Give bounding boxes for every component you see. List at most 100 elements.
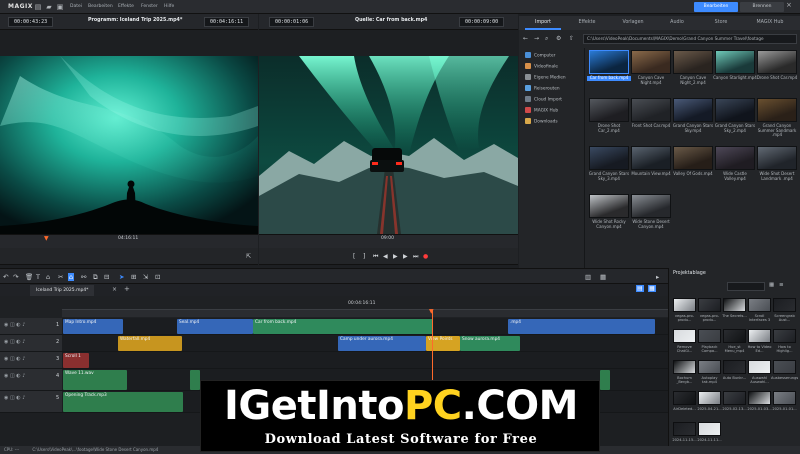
step-forward-icon[interactable]: ▶	[403, 253, 408, 260]
source-timecode[interactable]: 00:00:01:06	[269, 17, 315, 27]
menu-effects[interactable]: Effekte	[118, 4, 134, 9]
track-controls-icon[interactable]: ◉ ◫ ◐ ♪	[4, 356, 25, 362]
bin-sort-icon[interactable]: ≡	[779, 282, 784, 288]
snap-icon[interactable]: ⌂	[68, 273, 75, 281]
timeline-clip[interactable]: Scroll 1	[63, 353, 89, 368]
media-file-thumbnail[interactable]	[715, 98, 755, 122]
open-folder-icon[interactable]: ▰	[45, 3, 53, 11]
play-icon[interactable]: ▶	[393, 253, 398, 260]
track-header[interactable]: ◉ ◫ ◐ ♪ 1	[0, 318, 62, 335]
mode-burn-button[interactable]: Brennen	[740, 2, 784, 12]
program-playhead-marker[interactable]: ▼	[44, 235, 49, 242]
bin-item-thumbnail[interactable]	[773, 329, 796, 343]
layout-a-icon[interactable]: ▤	[636, 285, 644, 292]
bin-item-thumbnail[interactable]	[773, 298, 796, 312]
track-header[interactable]: ◉ ◫ ◐ ♪ 5	[0, 391, 62, 413]
tab-import[interactable]: Import	[525, 16, 561, 30]
forward-icon[interactable]: →	[534, 35, 539, 42]
text-icon[interactable]: T	[36, 273, 40, 281]
bin-item-thumbnail[interactable]	[748, 391, 771, 405]
zoom-icon[interactable]: ⊡	[155, 273, 160, 281]
sidebar-item[interactable]: Eigene Medien	[525, 74, 566, 81]
menu-window[interactable]: Fenster	[141, 4, 158, 9]
bin-item-thumbnail[interactable]	[698, 391, 721, 405]
save-icon[interactable]: ▣	[56, 3, 64, 11]
timeline-clip[interactable]: Car from back.mp4	[253, 319, 433, 334]
media-file-thumbnail[interactable]	[673, 50, 713, 74]
media-file-thumbnail[interactable]	[757, 98, 797, 122]
mark-out-icon[interactable]: ]	[363, 253, 365, 260]
bin-item-thumbnail[interactable]	[723, 298, 746, 312]
delete-icon[interactable]: 🗑	[25, 273, 33, 281]
program-preview-screen[interactable]	[0, 56, 258, 234]
bin-item-thumbnail[interactable]	[773, 360, 796, 374]
stretch-icon[interactable]: ⇲	[143, 273, 148, 281]
bin-item-thumbnail[interactable]	[723, 329, 746, 343]
bin-item-thumbnail[interactable]	[723, 360, 746, 374]
layout-b-icon[interactable]: ▦	[648, 285, 656, 292]
sidebar-item[interactable]: Videofinale	[525, 63, 558, 70]
track-header[interactable]: ◉ ◫ ◐ ♪ 4	[0, 369, 62, 391]
program-ruler[interactable]: 04:16:11 ▼	[0, 234, 258, 248]
go-end-icon[interactable]: ⏭	[413, 253, 418, 261]
source-preview-screen[interactable]	[259, 56, 518, 234]
bin-item-thumbnail[interactable]	[698, 422, 721, 436]
media-file-thumbnail[interactable]	[631, 194, 671, 218]
search-icon[interactable]: ⌕	[545, 35, 548, 43]
path-input[interactable]: C:\Users\VideoPeak\Documents\MAGIX\Demo\…	[583, 34, 797, 44]
menu-file[interactable]: Datei	[70, 4, 82, 9]
close-tab-icon[interactable]: ×	[112, 286, 117, 293]
menu-help[interactable]: Hilfe	[164, 4, 174, 9]
track-controls-icon[interactable]: ◉ ◫ ◐ ♪	[4, 373, 25, 379]
bin-item-thumbnail[interactable]	[748, 329, 771, 343]
timeline-clip[interactable]: Seal.mp4	[177, 319, 253, 334]
close-icon[interactable]: ×	[786, 1, 792, 9]
sidebar-item[interactable]: Cloud Import	[525, 96, 562, 103]
media-file-thumbnail[interactable]	[589, 98, 629, 122]
track-controls-icon[interactable]: ◉ ◫ ◐ ♪	[4, 322, 25, 328]
audio-clip[interactable]	[190, 370, 200, 390]
bin-item-thumbnail[interactable]	[698, 360, 721, 374]
tab-store[interactable]: Store	[703, 16, 739, 30]
timeline-clip[interactable]: Camp under aurora.mp4	[338, 336, 426, 351]
record-icon[interactable]: ●	[423, 253, 428, 260]
sidebar-item[interactable]: Reiserouten	[525, 85, 560, 92]
mark-in-icon[interactable]: [	[353, 253, 355, 260]
track-controls-icon[interactable]: ◉ ◫ ◐ ♪	[4, 395, 25, 401]
new-file-icon[interactable]: ▤	[34, 3, 42, 11]
range-icon[interactable]: ⊞	[131, 273, 136, 281]
sidebar-item[interactable]: MAGIX Hub	[525, 107, 558, 114]
link-icon[interactable]: ⚯	[81, 273, 86, 281]
media-file-thumbnail[interactable]	[757, 50, 797, 74]
add-tab-icon[interactable]: +	[124, 285, 130, 293]
bin-item-thumbnail[interactable]	[748, 360, 771, 374]
bin-item-thumbnail[interactable]	[698, 298, 721, 312]
track-lane[interactable]	[62, 352, 668, 369]
folder-up-icon[interactable]: ⇧	[569, 35, 574, 42]
menu-edit[interactable]: Bearbeiten	[88, 4, 113, 9]
media-file-thumbnail[interactable]	[589, 146, 629, 170]
bin-item-thumbnail[interactable]	[673, 391, 696, 405]
media-file-thumbnail[interactable]	[631, 50, 671, 74]
view-mode-icon[interactable]: ▥	[585, 273, 591, 281]
media-file-thumbnail[interactable]	[715, 50, 755, 74]
media-file-thumbnail[interactable]	[589, 194, 629, 218]
settings-gear-icon[interactable]: ⚙	[556, 35, 561, 42]
media-file-thumbnail[interactable]	[757, 146, 797, 170]
sidebar-item[interactable]: Computer	[525, 52, 555, 59]
group-icon[interactable]: ⧉	[93, 273, 98, 282]
split-icon[interactable]: ⊟	[104, 273, 109, 281]
bin-item-thumbnail[interactable]	[698, 329, 721, 343]
tab-audio[interactable]: Audio	[659, 16, 695, 30]
bin-item-thumbnail[interactable]	[723, 391, 746, 405]
program-timecode[interactable]: 00:00:43:23	[8, 17, 54, 27]
timeline-clip[interactable]: Snow aurora.mp4	[460, 336, 520, 351]
redo-icon[interactable]: ↷	[13, 273, 18, 281]
collapse-icon[interactable]: ▸	[656, 273, 659, 281]
tab-templates[interactable]: Vorlagen	[615, 16, 651, 30]
cut-icon[interactable]: ✂	[58, 273, 63, 281]
sidebar-item[interactable]: Downloads	[525, 118, 558, 125]
tab-project-timeline[interactable]: Iceland Trip 2025.mp4*	[30, 285, 95, 296]
media-file-thumbnail[interactable]	[715, 146, 755, 170]
media-file-thumbnail[interactable]	[631, 98, 671, 122]
